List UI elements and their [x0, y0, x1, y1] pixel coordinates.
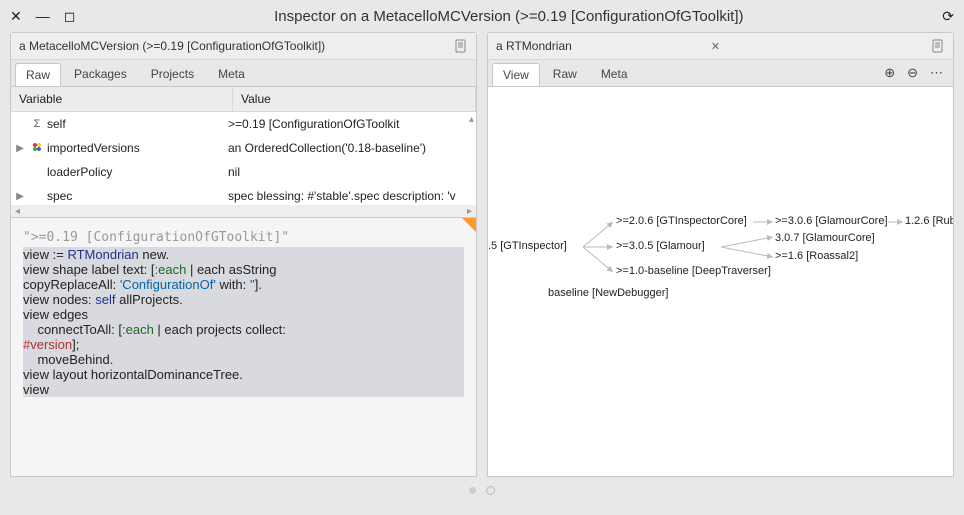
var-value: spec blessing: #'stable'.spec descriptio… [222, 189, 476, 203]
left-pane-title: a MetacelloMCVersion (>=0.19 [Configurat… [19, 39, 454, 53]
graph-canvas[interactable]: .5 [GTInspector] >=2.0.6 [GTInspectorCor… [488, 87, 953, 476]
graph-node[interactable]: 1.2.6 [Rubric] [905, 215, 953, 227]
tab-meta-right[interactable]: Meta [590, 62, 639, 85]
pager-dot[interactable] [469, 487, 476, 494]
expand-icon[interactable]: ▶ [11, 191, 29, 202]
refresh-icon[interactable]: ⟳ [942, 8, 954, 25]
col-header-value[interactable]: Value [233, 87, 476, 111]
code-header: ">=0.19 [ConfigurationOfGToolkit]" [23, 230, 464, 245]
tab-view[interactable]: View [492, 63, 540, 86]
code-pane[interactable]: ">=0.19 [ConfigurationOfGToolkit]" view … [11, 218, 476, 476]
graph-node[interactable]: baseline [NewDebugger] [548, 287, 668, 299]
tab-packages[interactable]: Packages [63, 62, 138, 85]
graph-node[interactable]: 3.0.7 [GlamourCore] [775, 232, 875, 244]
graph-node[interactable]: >=1.6 [Roassal2] [775, 250, 858, 262]
titlebar: ✕ — ◻ Inspector on a MetacelloMCVersion … [0, 0, 964, 32]
graph-edges [488, 87, 953, 476]
window-title: Inspector on a MetacelloMCVersion (>=0.1… [75, 8, 942, 25]
code-line: view shape label text: [:each | each asS… [23, 262, 464, 277]
code-line: copyReplaceAll: 'ConfigurationOf' with: … [23, 277, 464, 292]
right-tabs: View Raw Meta ⊕ ⊖ ⋯ [488, 60, 953, 87]
h-scrollbar[interactable]: ◂▸ [11, 205, 476, 217]
inspector-window: ✕ — ◻ Inspector on a MetacelloMCVersion … [0, 0, 964, 515]
var-name: loaderPolicy [45, 165, 222, 179]
table-row[interactable]: Σ self >=0.19 [ConfigurationOfGToolkit [11, 112, 476, 136]
var-name: self [45, 117, 222, 131]
code-line: view nodes: self allProjects. [23, 292, 464, 307]
more-icon[interactable]: ⋯ [930, 65, 943, 81]
sigma-icon: Σ [29, 118, 45, 130]
graph-node[interactable]: >=3.0.6 [GlamourCore] [775, 215, 888, 227]
right-pane: a RTMondrian ✕ View Raw Meta ⊕ ⊖ ⋯ [487, 32, 954, 477]
code-line: view [23, 382, 464, 397]
close-tab-icon[interactable]: ✕ [711, 40, 720, 53]
workspace: a MetacelloMCVersion (>=0.19 [Configurat… [0, 32, 964, 477]
tab-projects[interactable]: Projects [140, 62, 205, 85]
minimize-icon[interactable]: — [36, 9, 50, 23]
code-line: view edges [23, 307, 464, 322]
variable-table: Variable Value ▴ Σ self >=0.19 [Configur… [11, 87, 476, 218]
left-tabs: Raw Packages Projects Meta [11, 60, 476, 87]
var-name: importedVersions [45, 141, 222, 155]
close-icon[interactable]: ✕ [10, 9, 22, 23]
bullets-icon [29, 142, 45, 155]
table-row[interactable]: loaderPolicy nil [11, 160, 476, 184]
zoom-out-icon[interactable]: ⊖ [907, 65, 918, 81]
code-line: connectToAll: [:each | each projects col… [23, 322, 464, 337]
maximize-icon[interactable]: ◻ [64, 9, 76, 23]
var-value: an OrderedCollection('0.18-baseline') [222, 141, 476, 155]
graph-node[interactable]: .5 [GTInspector] [488, 240, 567, 252]
table-row[interactable]: ▶ importedVersions an OrderedCollection(… [11, 136, 476, 160]
code-line: #version]; [23, 337, 464, 352]
graph-node[interactable]: >=2.0.6 [GTInspectorCore] [616, 215, 747, 227]
code-line: moveBehind. [23, 352, 464, 367]
pager-dot[interactable] [486, 486, 495, 495]
var-value: nil [222, 165, 476, 179]
code-line: view layout horizontalDominanceTree. [23, 367, 464, 382]
graph-node[interactable]: >=3.0.5 [Glamour] [616, 240, 705, 252]
code-line: view := RTMondrian new. [23, 247, 464, 262]
document-icon[interactable] [454, 39, 468, 53]
tab-raw-right[interactable]: Raw [542, 62, 588, 85]
left-pane: a MetacelloMCVersion (>=0.19 [Configurat… [10, 32, 477, 477]
tab-meta[interactable]: Meta [207, 62, 256, 85]
table-row[interactable]: ▶ spec spec blessing: #'stable'.spec des… [11, 184, 476, 205]
pager-dots [0, 477, 964, 503]
scroll-up-icon[interactable]: ▴ [469, 114, 474, 125]
var-name: spec [45, 189, 222, 203]
expand-icon[interactable]: ▶ [11, 143, 29, 154]
zoom-in-icon[interactable]: ⊕ [884, 65, 895, 81]
scroll-right-icon[interactable]: ▸ [467, 206, 472, 217]
col-header-variable[interactable]: Variable [11, 87, 233, 111]
graph-node[interactable]: >=1.0-baseline [DeepTraverser] [616, 265, 771, 277]
tab-raw[interactable]: Raw [15, 63, 61, 86]
var-value: >=0.19 [ConfigurationOfGToolkit [222, 117, 476, 131]
right-pane-title: a RTMondrian [496, 39, 707, 53]
scroll-left-icon[interactable]: ◂ [15, 206, 20, 217]
document-icon[interactable] [931, 39, 945, 53]
dirty-flag-icon [462, 218, 476, 232]
